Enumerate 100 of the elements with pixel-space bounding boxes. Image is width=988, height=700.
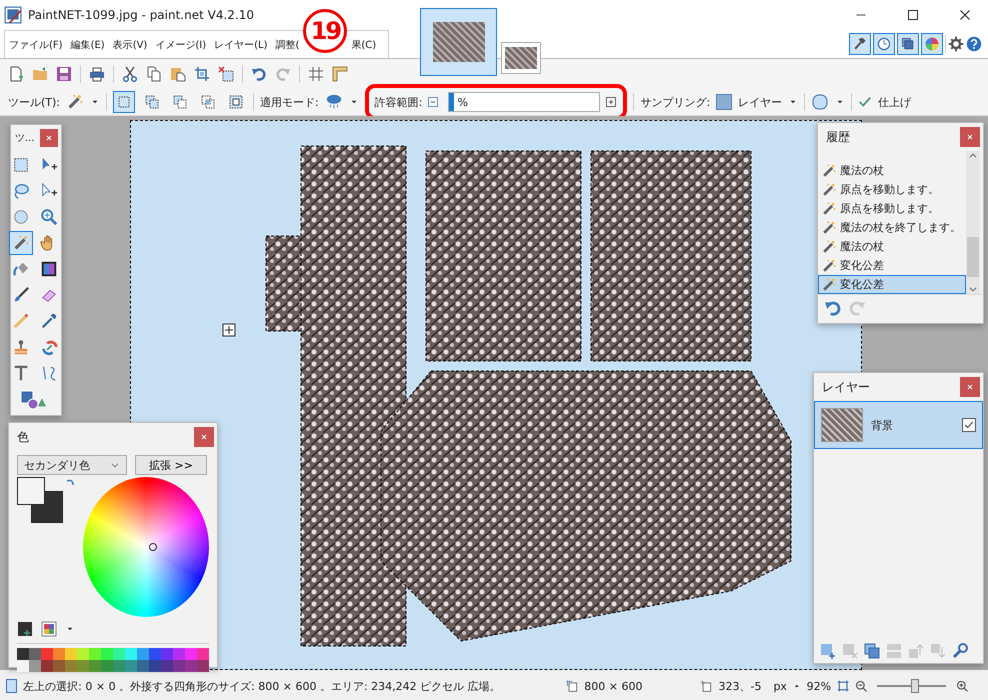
history-item[interactable]: 原点を移動します。 bbox=[818, 199, 966, 218]
selection-mode-button[interactable] bbox=[113, 91, 136, 113]
deselect-icon[interactable] bbox=[218, 66, 234, 82]
save-icon[interactable] bbox=[56, 66, 72, 82]
palette-swatch[interactable] bbox=[113, 648, 125, 660]
menu-item[interactable]: 調整( bbox=[271, 38, 304, 52]
settings-icon[interactable] bbox=[948, 36, 964, 52]
color-mode-dropdown[interactable]: セカンダリ色 bbox=[17, 455, 127, 475]
palette-swatch[interactable] bbox=[101, 660, 113, 672]
palette-swatch[interactable] bbox=[125, 648, 137, 660]
cloud-icon[interactable] bbox=[324, 93, 343, 111]
help-icon[interactable] bbox=[966, 36, 982, 52]
palette-swatch[interactable] bbox=[29, 660, 41, 672]
palette-swatch[interactable] bbox=[65, 648, 77, 660]
zoom-in-icon[interactable] bbox=[956, 678, 968, 694]
color-wheel-handle[interactable] bbox=[149, 543, 157, 551]
add-color-icon[interactable] bbox=[17, 621, 33, 637]
close-button[interactable] bbox=[40, 129, 58, 147]
close-button[interactable] bbox=[960, 127, 980, 147]
history-item[interactable]: 変化公差 bbox=[818, 256, 966, 275]
palette-swatch[interactable] bbox=[53, 648, 65, 660]
palette-swatch[interactable] bbox=[185, 648, 197, 660]
menu-item[interactable]: ファイル(F) bbox=[5, 38, 67, 52]
palette-swatch[interactable] bbox=[137, 648, 149, 660]
palette-swatch[interactable] bbox=[17, 648, 29, 660]
palette-swatch[interactable] bbox=[197, 648, 209, 660]
close-button[interactable] bbox=[194, 427, 214, 447]
scrollbar[interactable] bbox=[966, 151, 980, 294]
panel-toggle-button[interactable] bbox=[849, 33, 871, 55]
history-item[interactable]: 魔法の杖 bbox=[818, 161, 966, 180]
copy-icon[interactable] bbox=[146, 66, 162, 82]
tolerance-slider[interactable]: % bbox=[448, 92, 600, 112]
grid-icon[interactable] bbox=[308, 66, 324, 82]
palette-swatch[interactable] bbox=[149, 660, 161, 672]
paste-icon[interactable] bbox=[170, 66, 186, 82]
duplicate-layer-icon[interactable] bbox=[864, 643, 880, 659]
palette-swatch[interactable] bbox=[89, 648, 101, 660]
palette-icon[interactable] bbox=[41, 621, 57, 637]
antialias-icon[interactable] bbox=[811, 93, 830, 111]
magic-wand-icon[interactable] bbox=[66, 93, 84, 111]
palette-swatch[interactable] bbox=[185, 660, 197, 672]
panel-toggle-button[interactable] bbox=[873, 33, 895, 55]
palette-swatch[interactable] bbox=[125, 660, 137, 672]
palette-swatch[interactable] bbox=[65, 660, 77, 672]
palette-swatch[interactable] bbox=[137, 660, 149, 672]
palette-swatch[interactable] bbox=[77, 660, 89, 672]
palette-swatch[interactable] bbox=[113, 660, 125, 672]
layer-row[interactable]: 背景 bbox=[814, 401, 983, 449]
minus-icon[interactable] bbox=[427, 96, 440, 108]
panel-toggle-button[interactable] bbox=[897, 33, 919, 55]
palette-swatch[interactable] bbox=[77, 648, 89, 660]
close-icon bbox=[966, 133, 974, 141]
close-button[interactable] bbox=[960, 377, 980, 397]
checkmark-icon[interactable] bbox=[858, 95, 872, 109]
cut-icon[interactable] bbox=[122, 66, 138, 82]
history-item[interactable]: 変化公差 bbox=[818, 275, 966, 294]
palette-swatch[interactable] bbox=[161, 660, 173, 672]
finish-button[interactable]: 仕上げ bbox=[878, 94, 912, 110]
history-item[interactable]: 原点を移動します。 bbox=[818, 180, 966, 199]
palette-swatch[interactable] bbox=[41, 648, 53, 660]
new-file-icon[interactable] bbox=[8, 66, 24, 82]
move-handle-icon[interactable] bbox=[222, 324, 236, 336]
palette-swatch[interactable] bbox=[101, 648, 113, 660]
image-tab[interactable] bbox=[501, 42, 541, 74]
open-folder-icon[interactable] bbox=[32, 66, 48, 82]
crop-icon[interactable] bbox=[194, 66, 210, 82]
undo-icon[interactable] bbox=[824, 299, 842, 317]
ruler-icon[interactable] bbox=[332, 66, 348, 82]
units-dropdown[interactable]: px bbox=[773, 680, 787, 692]
palette-swatch[interactable] bbox=[161, 648, 173, 660]
undo-icon[interactable] bbox=[251, 66, 267, 82]
shapes-icon bbox=[19, 389, 49, 409]
menu-item[interactable]: 編集(E) bbox=[66, 38, 109, 52]
palette-swatch[interactable] bbox=[173, 660, 185, 672]
palette-swatch[interactable] bbox=[29, 648, 41, 660]
palette-swatch[interactable] bbox=[149, 648, 161, 660]
menu-item[interactable]: 表示(V) bbox=[108, 38, 152, 52]
sampling-dropdown[interactable]: レイヤー bbox=[738, 94, 782, 110]
panel-toggle-button[interactable] bbox=[921, 33, 943, 55]
menu-item[interactable]: 果(C) bbox=[347, 38, 380, 52]
history-item[interactable]: 魔法の杖を終了します。 bbox=[818, 218, 966, 237]
plus-icon[interactable] bbox=[605, 96, 618, 108]
print-icon[interactable] bbox=[89, 66, 105, 82]
image-tab[interactable] bbox=[420, 8, 497, 76]
expand-button[interactable]: 拡張 >> bbox=[135, 455, 207, 475]
palette-swatch[interactable] bbox=[89, 660, 101, 672]
add-layer-icon[interactable] bbox=[820, 643, 836, 659]
menu-item[interactable]: イメージ(I) bbox=[151, 38, 210, 52]
scrollbar-thumb[interactable] bbox=[967, 237, 979, 277]
wrench-icon[interactable] bbox=[952, 643, 968, 659]
visibility-checkbox[interactable] bbox=[962, 418, 976, 432]
history-item[interactable]: 魔法の杖 bbox=[818, 237, 966, 256]
color-swatches-drawing[interactable] bbox=[17, 477, 63, 523]
palette-swatch[interactable] bbox=[173, 648, 185, 660]
menu-item[interactable]: レイヤー(L) bbox=[210, 38, 272, 52]
fit-window-icon[interactable] bbox=[837, 678, 850, 694]
palette-swatch[interactable] bbox=[197, 660, 209, 672]
zoom-out-icon[interactable] bbox=[855, 678, 868, 694]
palette-swatch[interactable] bbox=[41, 660, 53, 672]
palette-swatch[interactable] bbox=[53, 660, 65, 672]
